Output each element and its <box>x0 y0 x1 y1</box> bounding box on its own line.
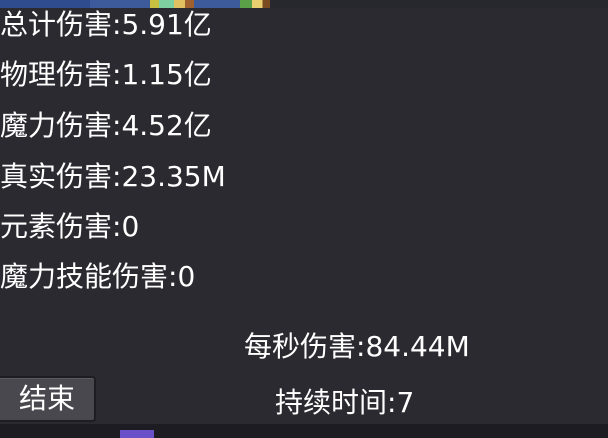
dps-label: 每秒伤害: <box>244 330 366 363</box>
dps-value: 84.44M <box>365 330 470 363</box>
stat-value: 0 <box>121 210 140 243</box>
stat-value: 23.35M <box>121 160 226 193</box>
game-world-bottom-edge <box>0 424 608 438</box>
stat-value: 4.52亿 <box>121 109 212 142</box>
stat-label: 真实伤害: <box>0 160 122 193</box>
stat-magic-skill-damage: 魔力技能伤害:0 <box>0 260 195 294</box>
end-button[interactable]: 结束 <box>0 376 96 422</box>
duration-label: 持续时间: <box>275 386 397 419</box>
character-sprite <box>240 0 270 8</box>
dark-tile <box>270 0 608 8</box>
stat-value: 1.15亿 <box>121 58 212 91</box>
stat-value: 5.91亿 <box>121 8 212 41</box>
character-sprite <box>150 0 194 8</box>
damage-per-second: 每秒伤害:84.44M <box>244 330 470 364</box>
floor-tile <box>0 0 90 8</box>
damage-stats-panel: 总计伤害:5.91亿 物理伤害:1.15亿 魔力伤害:4.52亿 真实伤害:23… <box>0 8 608 424</box>
stat-label: 物理伤害: <box>0 58 122 91</box>
stat-label: 魔力伤害: <box>0 109 122 142</box>
game-screen: 总计伤害:5.91亿 物理伤害:1.15亿 魔力伤害:4.52亿 真实伤害:23… <box>0 0 608 438</box>
stat-label: 元素伤害: <box>0 210 122 243</box>
stat-label: 魔力技能伤害: <box>0 260 178 293</box>
stat-magic-damage: 魔力伤害:4.52亿 <box>0 109 212 143</box>
stat-total-damage: 总计伤害:5.91亿 <box>0 8 212 42</box>
ui-fragment <box>120 430 154 438</box>
duration-value: 7 <box>396 386 415 419</box>
stat-true-damage: 真实伤害:23.35M <box>0 160 226 194</box>
stat-physical-damage: 物理伤害:1.15亿 <box>0 58 212 92</box>
stat-label: 总计伤害: <box>0 8 122 41</box>
duration: 持续时间:7 <box>275 386 414 420</box>
stat-elemental-damage: 元素伤害:0 <box>0 210 139 244</box>
stat-value: 0 <box>177 260 196 293</box>
game-world-top-edge <box>0 0 608 8</box>
